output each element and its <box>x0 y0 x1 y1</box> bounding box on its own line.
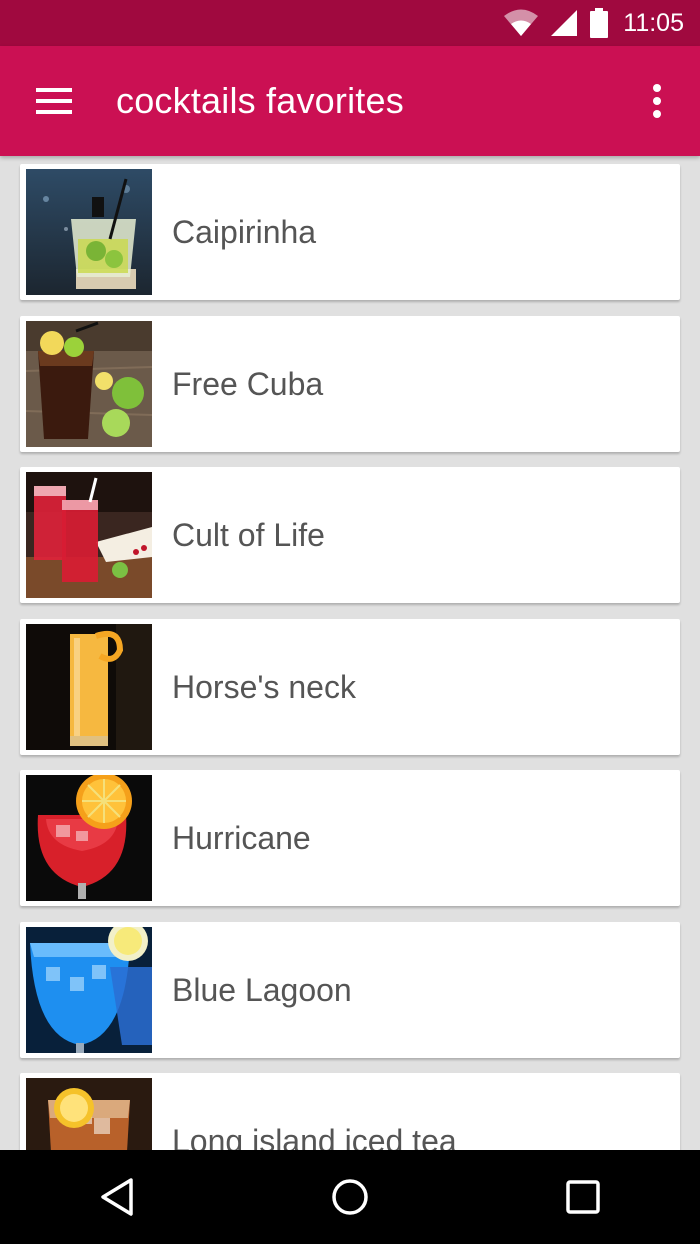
cocktail-name: Long island iced tea <box>172 1122 457 1151</box>
cocktail-list[interactable]: Caipirinha Free Cuba Cult of Life Horse'… <box>0 156 700 1150</box>
page-title: cocktails favorites <box>116 80 404 121</box>
more-vert-icon[interactable] <box>637 76 677 126</box>
list-item-horses-neck[interactable]: Horse's neck <box>20 619 680 755</box>
cocktail-name: Hurricane <box>172 819 311 856</box>
recents-icon[interactable] <box>543 1157 623 1237</box>
cocktail-name: Blue Lagoon <box>172 971 352 1008</box>
list-item-hurricane[interactable]: Hurricane <box>20 770 680 906</box>
cult-of-life-thumbnail <box>26 472 152 598</box>
list-item-blue-lagoon[interactable]: Blue Lagoon <box>20 922 680 1058</box>
back-icon[interactable] <box>77 1157 157 1237</box>
long-island-iced-tea-thumbnail <box>26 1078 152 1150</box>
cocktail-name: Horse's neck <box>172 668 356 705</box>
list-item-caipirinha[interactable]: Caipirinha <box>20 164 680 300</box>
cocktail-name: Cult of Life <box>172 516 325 553</box>
cocktail-name: Caipirinha <box>172 213 317 250</box>
hurricane-thumbnail <box>26 775 152 901</box>
status-bar: 11:05 <box>0 0 700 46</box>
hamburger-menu-icon[interactable] <box>34 81 74 121</box>
signal-icon <box>549 9 579 37</box>
blue-lagoon-thumbnail <box>26 927 152 1053</box>
status-time: 11:05 <box>623 8 684 37</box>
battery-icon <box>589 8 609 38</box>
app-screen: 11:05 cocktails favorites Caipirinha Fre… <box>0 0 700 1244</box>
list-item-cult-of-life[interactable]: Cult of Life <box>20 467 680 603</box>
system-nav-bar <box>0 1150 700 1244</box>
list-item-long-island-iced-tea[interactable]: Long island iced tea <box>20 1073 680 1150</box>
wifi-icon <box>503 9 539 37</box>
cocktail-name: Free Cuba <box>172 365 324 402</box>
caipirinha-thumbnail <box>26 169 152 295</box>
free-cuba-thumbnail <box>26 321 152 447</box>
app-toolbar: cocktails favorites <box>0 46 700 156</box>
list-item-free-cuba[interactable]: Free Cuba <box>20 316 680 452</box>
home-icon[interactable] <box>310 1157 390 1237</box>
horses-neck-thumbnail <box>26 624 152 750</box>
